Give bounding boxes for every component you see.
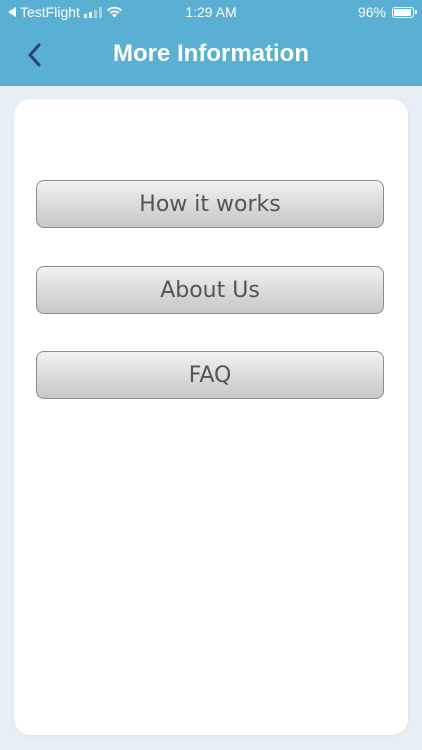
page-title: More Information <box>113 40 309 67</box>
how-it-works-button[interactable]: How it works <box>36 180 384 228</box>
battery-icon <box>392 6 417 18</box>
battery-percent: 96% <box>357 4 386 20</box>
top-bar: TestFlight 1:29 AM 96% More Information <box>0 0 422 86</box>
status-bar: TestFlight 1:29 AM 96% <box>0 0 422 24</box>
status-right: 96% <box>357 4 417 20</box>
battery-fill <box>394 8 412 16</box>
nav-bar: More Information <box>0 24 422 86</box>
about-us-button[interactable]: About Us <box>36 266 384 314</box>
content-card: How it works About Us FAQ <box>14 99 408 735</box>
faq-button[interactable]: FAQ <box>36 351 384 399</box>
